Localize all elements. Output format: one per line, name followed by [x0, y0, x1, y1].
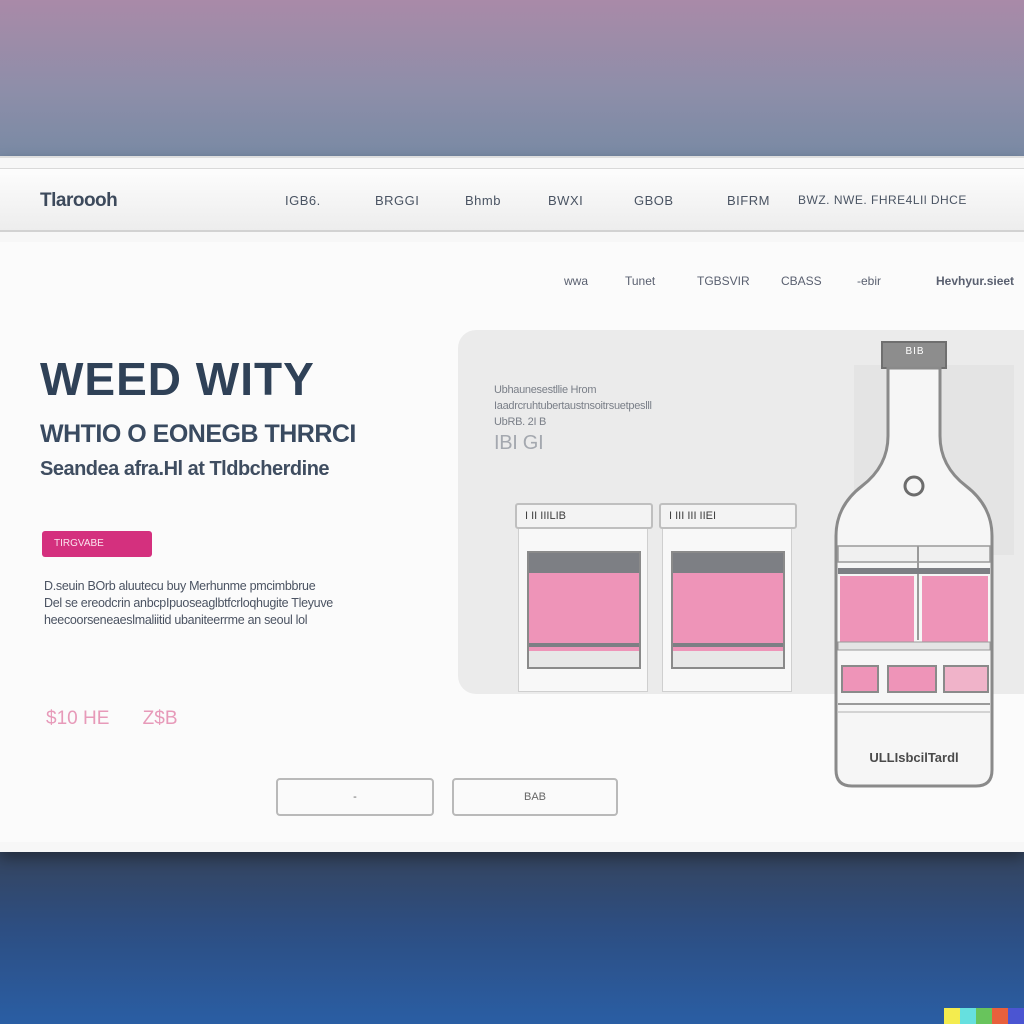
description-line: heecoorseneaeslmaliitid ubaniteerrme an … — [44, 613, 308, 627]
bottle-label: ULLIsbcilTardl — [869, 750, 959, 765]
bottle-illustration: BIB ULLIsbcilTardl — [832, 340, 996, 790]
bottle-cap-text: BIB — [905, 346, 925, 357]
bottle-icon — [834, 341, 994, 788]
secondary-button[interactable]: - — [276, 778, 434, 816]
sub-nav-item[interactable]: CBASS — [781, 274, 822, 288]
description-line: D.seuin BOrb aluutecu buy Merhunme pmcim… — [44, 579, 316, 593]
hero-subtitle: WHTIO O EONEGB THRRCI — [40, 420, 356, 448]
sub-nav-item[interactable]: Hevhyur.sieet — [936, 274, 1014, 288]
swatch-orange — [992, 1008, 1008, 1024]
hero-description: D.seuin BOrb aluutecu buy Merhunme pmcim… — [44, 578, 444, 629]
description-line: Del se ereodcrin anbcpIpuoseaglbtfcrloqh… — [44, 596, 333, 610]
product-card[interactable]: I II IIILIB — [515, 503, 653, 692]
product-image — [527, 551, 641, 669]
price-old: $10 HE — [46, 708, 110, 729]
card-header: I III III IIEI — [659, 503, 797, 529]
page-content: wwa Tunet TGBSVIR CBASS -ebir Hevhyur.si… — [0, 242, 1024, 842]
sub-nav-item[interactable]: -ebir — [857, 274, 881, 288]
top-nav-item[interactable]: BWXI — [548, 193, 583, 208]
top-nav-item[interactable]: BRGGI — [375, 193, 419, 208]
hero-tagline: Seandea afra.Hl at Tldbcherdine — [40, 458, 330, 480]
top-nav-item[interactable]: IGB6. — [285, 193, 321, 208]
panel-line: Ubhaunesestllie Hrom — [494, 384, 597, 396]
desktop-background — [0, 850, 1024, 1024]
swatch-yellow — [944, 1008, 960, 1024]
top-nav-item[interactable]: BIFRM — [727, 193, 770, 208]
top-nav-item[interactable]: Bhmb — [465, 193, 501, 208]
card-header: I II IIILIB — [515, 503, 653, 529]
price-new: Z$B — [142, 708, 178, 729]
hero-title: WEED WITY — [40, 353, 315, 405]
product-card[interactable]: I III III IIEI — [659, 503, 797, 692]
swatch-green — [976, 1008, 992, 1024]
swatch-cyan — [960, 1008, 976, 1024]
top-nav: IGB6. BRGGI Bhmb BWXI GBOB BIFRM BWZ. NW… — [0, 193, 1024, 213]
sub-nav-item[interactable]: wwa — [564, 274, 588, 288]
browser-window: Tlaroooh IGB6. BRGGI Bhmb BWXI GBOB BIFR… — [0, 158, 1024, 852]
secondary-nav: wwa Tunet TGBSVIR CBASS -ebir Hevhyur.si… — [0, 274, 1024, 294]
primary-outline-button[interactable]: BAB — [452, 778, 618, 816]
swatch-blue — [1008, 1008, 1024, 1024]
sub-nav-item[interactable]: TGBSVIR — [697, 274, 750, 288]
color-swatches — [944, 1008, 1024, 1024]
panel-line: UbRB. 2I B — [494, 416, 547, 428]
panel-line: Iaadrcruhtubertaustnsoitrsuetpeslll — [494, 400, 652, 412]
top-nav-item[interactable]: GBOB — [634, 193, 674, 208]
top-navbar: Tlaroooh IGB6. BRGGI Bhmb BWXI GBOB BIFR… — [0, 168, 1024, 232]
cta-button[interactable]: TIRGVABE — [42, 531, 152, 557]
sub-nav-item[interactable]: Tunet — [625, 274, 655, 288]
top-nav-item[interactable]: BWZ. NWE. FHRE4LIl DHCE — [798, 193, 967, 207]
panel-big-text: IBI GI — [494, 432, 544, 454]
panel-text: Ubhaunesestllie Hrom Iaadrcruhtubertaust… — [494, 384, 652, 459]
price-row: $10 HE Z$B — [46, 708, 206, 730]
product-image — [671, 551, 785, 669]
